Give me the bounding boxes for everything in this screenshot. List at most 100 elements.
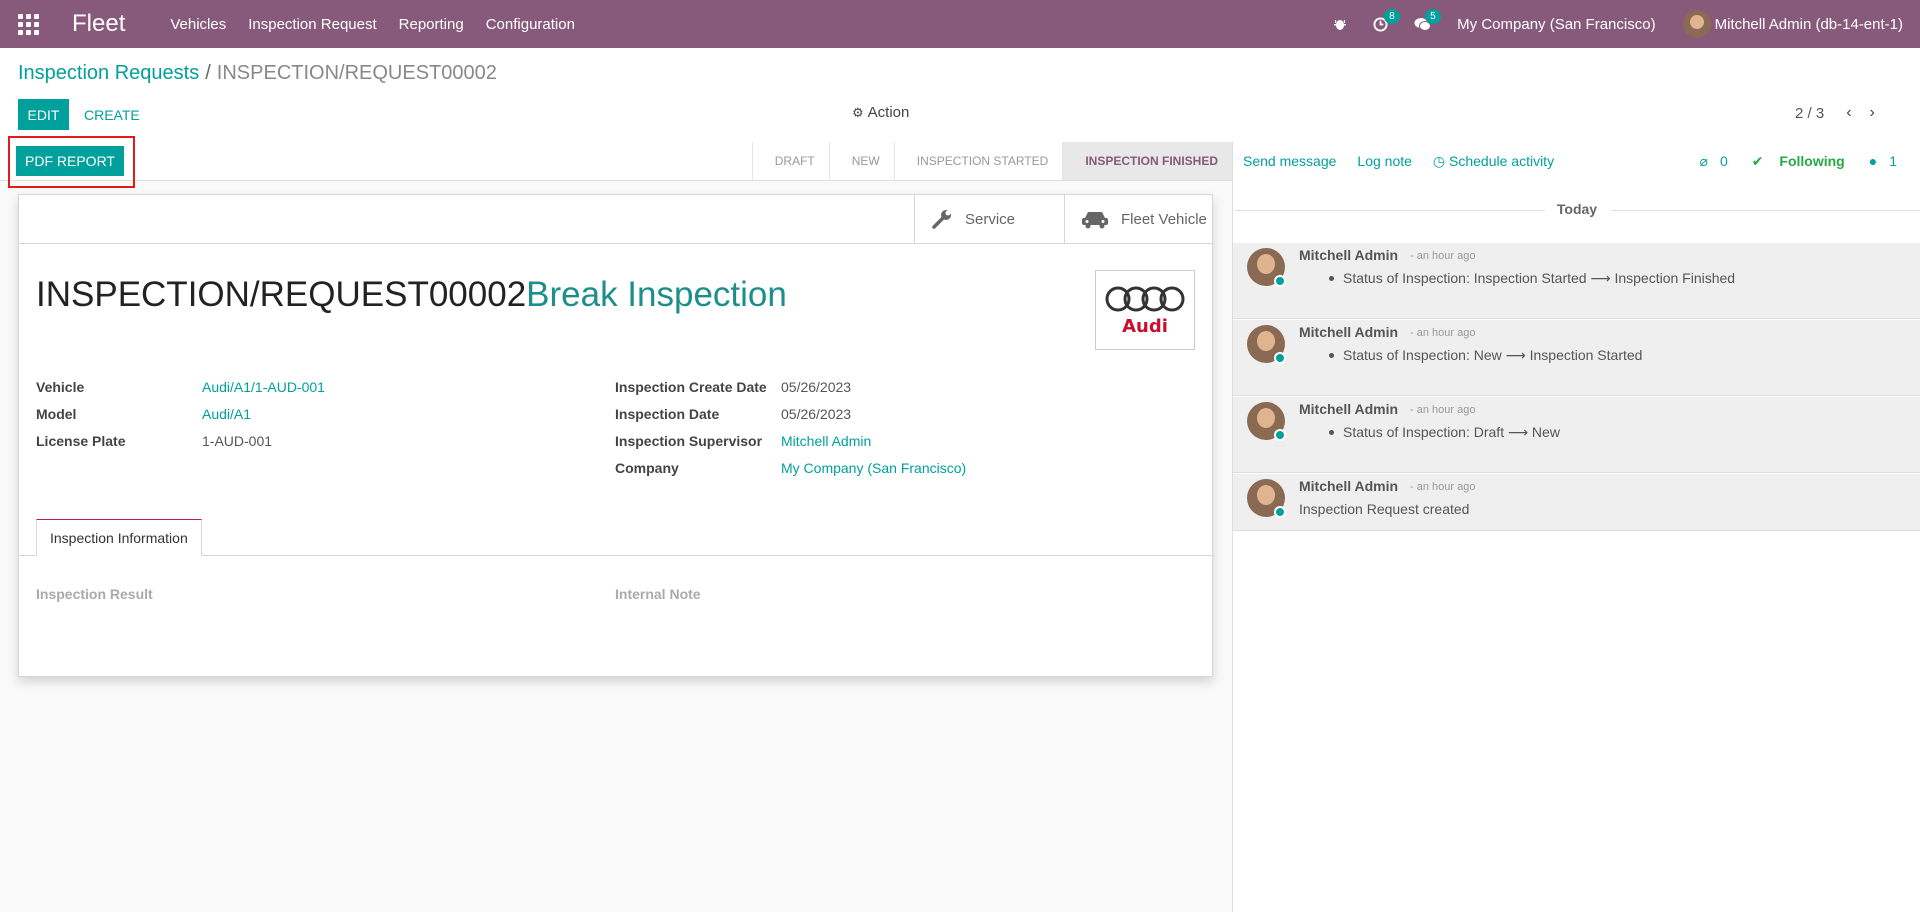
message-avatar[interactable] — [1247, 325, 1286, 364]
online-status-dot — [1274, 506, 1286, 518]
user-name: Mitchell Admin (db-14-ent-1) — [1714, 15, 1903, 33]
menu-vehicles[interactable]: Vehicles — [170, 16, 226, 33]
inspection-date-label: Inspection Date — [615, 406, 720, 422]
pager-next-icon[interactable]: › — [1870, 104, 1875, 122]
following-button[interactable]: ✔ Following — [1752, 153, 1857, 170]
fleet-vehicle-smart-button[interactable]: Fleet Vehicle — [1064, 195, 1214, 243]
edit-button[interactable]: EDIT — [18, 99, 69, 130]
fleet-vehicle-label: Fleet Vehicle — [1121, 210, 1207, 228]
message-author[interactable]: Mitchell Admin — [1299, 324, 1398, 340]
chatter-message: Mitchell Admin - an hour ago Inspection … — [1233, 474, 1920, 531]
breadcrumb-separator: / — [205, 62, 211, 84]
message-date: - an hour ago — [1410, 327, 1476, 339]
chatter-topbar: Send message Log note ◷ Schedule activit… — [1233, 142, 1920, 180]
user-icon: ● — [1868, 153, 1878, 169]
user-menu[interactable]: Mitchell Admin (db-14-ent-1) — [1682, 10, 1903, 38]
pdf-report-button[interactable]: PDF REPORT — [16, 146, 124, 176]
online-status-dot — [1274, 429, 1286, 441]
company-label: Company — [615, 460, 679, 476]
tab-inspection-information[interactable]: Inspection Information — [36, 519, 202, 556]
activity-clock-icon[interactable]: 8 — [1373, 8, 1400, 32]
service-smart-button[interactable]: Service — [914, 195, 1064, 243]
clock-icon: ◷ — [1432, 152, 1446, 169]
message-author[interactable]: Mitchell Admin — [1299, 478, 1398, 494]
message-avatar[interactable] — [1247, 479, 1286, 518]
following-label: Following — [1779, 152, 1845, 169]
online-status-dot — [1274, 352, 1286, 364]
message-date: - an hour ago — [1410, 250, 1476, 262]
send-message-button[interactable]: Send message — [1243, 153, 1336, 169]
chatter-message: Mitchell Admin - an hour ago Status of I… — [1233, 320, 1920, 396]
check-icon: ✔ — [1751, 152, 1768, 169]
message-text: Status of Inspection: Draft ⟶ New — [1343, 424, 1560, 440]
status-stages: DRAFT NEW INSPECTION STARTED INSPECTION … — [751, 142, 1232, 180]
model-value[interactable]: Audi/A1 — [202, 406, 251, 422]
inspection-date-value: 05/26/2023 — [781, 406, 852, 422]
message-author[interactable]: Mitchell Admin — [1299, 247, 1398, 263]
action-dropdown[interactable]: ⚙ Action — [852, 104, 909, 121]
message-text: Status of Inspection: New ⟶ Inspection S… — [1343, 347, 1643, 363]
message-date: - an hour ago — [1410, 481, 1476, 493]
log-note-button[interactable]: Log note — [1357, 153, 1412, 169]
stage-draft[interactable]: DRAFT — [751, 142, 829, 180]
vehicle-value[interactable]: Audi/A1/1-AUD-001 — [202, 379, 325, 395]
message-body: Status of Inspection: New ⟶ Inspection S… — [1329, 347, 1643, 364]
create-button[interactable]: CREATE — [84, 99, 140, 130]
inspection-supervisor-value[interactable]: Mitchell Admin — [781, 433, 871, 449]
online-status-dot — [1274, 275, 1286, 287]
breadcrumb-parent[interactable]: Inspection Requests — [18, 62, 199, 84]
attachment-count: 0 — [1719, 152, 1728, 169]
message-author[interactable]: Mitchell Admin — [1299, 401, 1398, 417]
chatter-message: Mitchell Admin - an hour ago Status of I… — [1233, 243, 1920, 319]
schedule-activity-label: Schedule activity — [1449, 152, 1555, 169]
apps-menu-icon[interactable] — [17, 13, 39, 35]
wrench-icon — [931, 208, 953, 230]
message-avatar[interactable] — [1247, 402, 1286, 441]
chatter-message: Mitchell Admin - an hour ago Status of I… — [1233, 397, 1920, 473]
service-label: Service — [965, 210, 1016, 228]
gear-icon: ⚙ — [852, 104, 864, 120]
date-separator: Today — [1233, 201, 1920, 217]
form-statusbar: DRAFT NEW INSPECTION STARTED INSPECTION … — [0, 142, 1232, 181]
audi-rings-icon — [1105, 286, 1185, 311]
inspection-create-date-label: Inspection Create Date — [615, 379, 767, 395]
stage-inspection-started[interactable]: INSPECTION STARTED — [893, 142, 1063, 180]
company-value[interactable]: My Company (San Francisco) — [781, 460, 966, 476]
vehicle-logo: Audi — [1095, 270, 1195, 350]
model-label: Model — [36, 406, 77, 422]
smart-button-box: Service Fleet Vehicle — [19, 195, 1212, 244]
menu-configuration[interactable]: Configuration — [486, 16, 575, 33]
breadcrumb: Inspection Requests / INSPECTION/REQUEST00… — [18, 62, 497, 85]
company-switcher[interactable]: My Company (San Francisco) — [1457, 16, 1655, 33]
stage-new[interactable]: NEW — [828, 142, 894, 180]
menu-reporting[interactable]: Reporting — [399, 16, 464, 33]
followers-button[interactable]: ● 1 — [1869, 153, 1909, 169]
inspection-create-date-value: 05/26/2023 — [781, 379, 852, 395]
chatter-followers-area: ⌀ 0 ✔ Following ● 1 — [1700, 142, 1920, 180]
messages-chat-icon[interactable]: 5 — [1414, 8, 1441, 32]
logo-text: Audi — [1122, 315, 1168, 337]
schedule-activity-button[interactable]: ◷ Schedule activity — [1433, 153, 1554, 170]
attachments-button[interactable]: ⌀ 0 — [1700, 153, 1740, 170]
chatter-panel: Send message Log note ◷ Schedule activit… — [1232, 142, 1920, 912]
car-icon — [1081, 209, 1109, 229]
message-text: Inspection Request created — [1299, 501, 1470, 517]
pager-previous-icon[interactable]: ‹ — [1846, 104, 1851, 122]
stage-inspection-finished[interactable]: INSPECTION FINISHED — [1062, 142, 1232, 180]
message-body: Status of Inspection: Inspection Started… — [1329, 270, 1736, 287]
inspection-result-label: Inspection Result — [36, 586, 153, 602]
vehicle-label: Vehicle — [36, 379, 85, 395]
message-count-badge: 5 — [1425, 8, 1441, 24]
menu-inspection-request[interactable]: Inspection Request — [248, 16, 376, 33]
action-label: Action — [867, 104, 910, 121]
pager-value[interactable]: 2 / 3 — [1795, 105, 1824, 122]
message-avatar[interactable] — [1247, 248, 1286, 287]
inspection-supervisor-label: Inspection Supervisor — [615, 433, 763, 449]
message-body: Status of Inspection: Draft ⟶ New — [1329, 424, 1560, 441]
license-plate-value: 1-AUD-001 — [202, 433, 273, 449]
license-plate-label: License Plate — [36, 433, 126, 449]
user-avatar — [1682, 10, 1711, 38]
debug-bug-icon[interactable] — [1333, 17, 1347, 31]
record-reference: INSPECTION/REQUEST00002 — [36, 275, 527, 314]
message-text: Status of Inspection: Inspection Started… — [1343, 270, 1736, 286]
